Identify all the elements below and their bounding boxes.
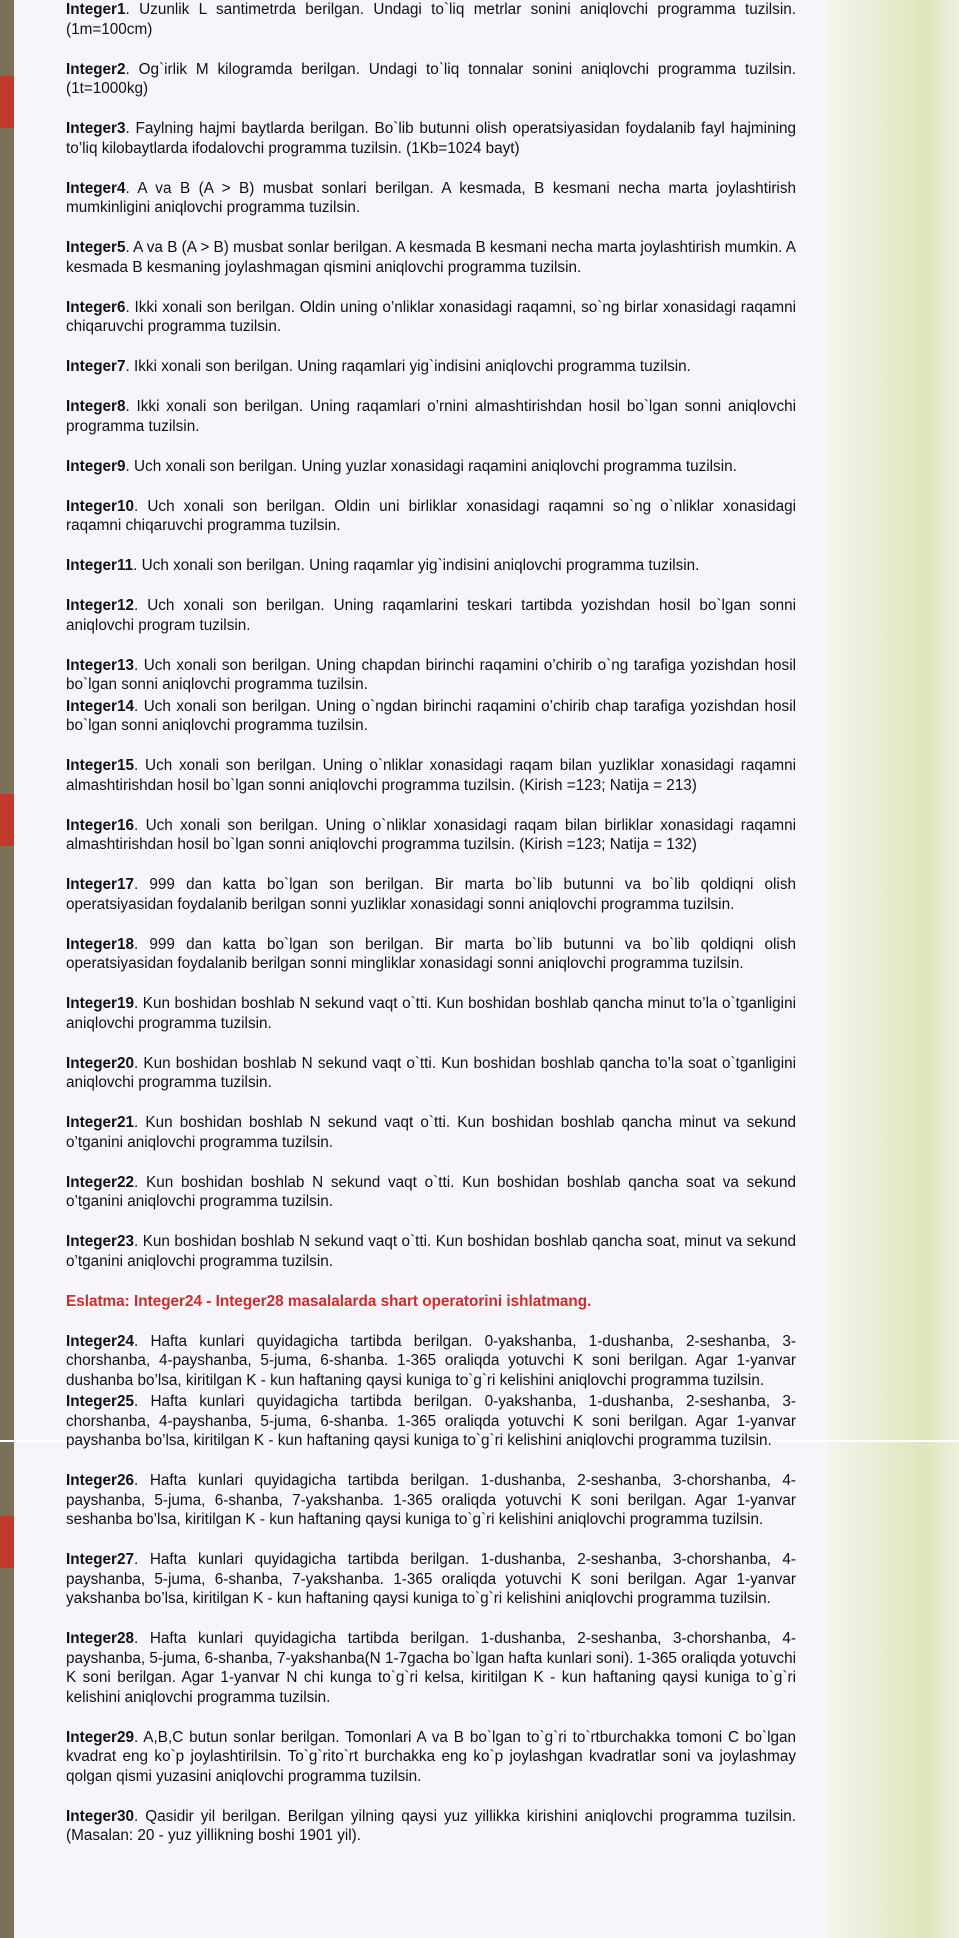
note-heading: Eslatma: Integer24 - Integer28 masalalar… <box>66 1292 592 1310</box>
task-id: Integer28 <box>66 1630 135 1647</box>
task-text: . Hafta kunlari quyidagicha tartibda ber… <box>66 1332 796 1389</box>
task-integer7: Integer7. Ikki xonali son berilgan. Unin… <box>66 357 796 377</box>
task-id: Integer29 <box>66 1728 135 1746</box>
task-text: . Hafta kunlari quyidagicha tartibda ber… <box>66 1630 796 1706</box>
task-text: . Uch xonali son berilgan. Uning chapdan… <box>66 656 796 694</box>
task-integer10: Integer10. Uch xonali son berilgan. Oldi… <box>66 497 796 536</box>
task-integer9: Integer9. Uch xonali son berilgan. Uning… <box>66 457 796 477</box>
left-accent-mark <box>0 1516 14 1568</box>
task-id: Integer4 <box>66 179 126 197</box>
task-id: Integer27 <box>66 1551 135 1568</box>
task-id: Integer6 <box>66 298 126 316</box>
task-integer8: Integer8. Ikki xonali son berilgan. Unin… <box>66 397 796 436</box>
task-integer1: Integer1. Uzunlik L santimetrda berilgan… <box>66 0 796 39</box>
task-integer6: Integer6. Ikki xonali son berilgan. Oldi… <box>66 298 796 337</box>
task-id: Integer19 <box>66 995 135 1012</box>
task-integer19: Integer19. Kun boshidan boshlab N sekund… <box>66 994 796 1033</box>
task-text: . Kun boshidan boshlab N sekund vaqt o`t… <box>66 1114 796 1151</box>
task-text: . Kun boshidan boshlab N sekund vaqt o`t… <box>66 995 796 1032</box>
task-id: Integer30 <box>66 1807 135 1825</box>
task-text: . Uch xonali son berilgan. Uning o`nlikl… <box>66 816 796 854</box>
task-text: . Kun boshidan boshlab N sekund vaqt o`t… <box>66 1233 796 1270</box>
task-text: . Hafta kunlari quyidagicha tartibda ber… <box>66 1393 796 1449</box>
task-id: Integer18 <box>66 935 135 953</box>
task-id: Integer22 <box>66 1173 135 1191</box>
task-integer23: Integer23. Kun boshidan boshlab N sekund… <box>66 1232 796 1271</box>
task-text: . Uch xonali son berilgan. Uning o`ngdan… <box>66 697 796 735</box>
task-id: Integer25 <box>66 1393 135 1410</box>
task-text: . Ikki xonali son berilgan. Oldin uning … <box>66 298 796 336</box>
task-text: . Og`irlik M kilogramda berilgan. Undagi… <box>66 60 796 98</box>
task-integer13: Integer13. Uch xonali son berilgan. Unin… <box>66 656 796 695</box>
task-id: Integer15 <box>66 757 135 774</box>
task-integer4: Integer4. A va B (A > B) musbat sonlari … <box>66 179 796 218</box>
task-integer21: Integer21. Kun boshidan boshlab N sekund… <box>66 1113 796 1152</box>
task-text: . 999 dan katta bo`lgan son berilgan. Bi… <box>66 876 796 913</box>
task-integer14: Integer14. Uch xonali son berilgan. Unin… <box>66 697 796 736</box>
task-text: . 999 dan katta bo`lgan son berilgan. Bi… <box>66 935 796 973</box>
task-id: Integer3 <box>66 120 126 137</box>
task-integer5: Integer5. A va B (A > B) musbat sonlar b… <box>66 238 796 277</box>
task-id: Integer10 <box>66 497 135 515</box>
task-text: . A,B,C butun sonlar berilgan. Tomonlari… <box>66 1728 796 1785</box>
task-id: Integer11 <box>66 557 134 574</box>
task-integer22: Integer22. Kun boshidan boshlab N sekund… <box>66 1173 796 1212</box>
task-integer18: Integer18. 999 dan katta bo`lgan son ber… <box>66 935 796 974</box>
document-page: Integer1. Uzunlik L santimetrda berilgan… <box>66 0 796 1866</box>
task-text: . Ikki xonali son berilgan. Uning raqaml… <box>66 398 796 435</box>
task-id: Integer7 <box>66 358 126 375</box>
task-text: . Uch xonali son berilgan. Uning yuzlar … <box>125 457 737 475</box>
task-integer25: Integer25. Hafta kunlari quyidagicha tar… <box>66 1392 796 1451</box>
task-integer30: Integer30. Qasidir yil berilgan. Berilga… <box>66 1807 796 1846</box>
task-integer15: Integer15. Uch xonali son berilgan. Unin… <box>66 756 796 795</box>
task-integer26: Integer26. Hafta kunlari quyidagicha tar… <box>66 1471 796 1530</box>
task-id: Integer26 <box>66 1472 135 1489</box>
task-text: . A va B (A > B) musbat sonlari berilgan… <box>66 179 796 217</box>
task-text: . A va B (A > B) musbat sonlar berilgan.… <box>66 239 796 276</box>
task-id: Integer17 <box>66 876 135 893</box>
task-text: . Uch xonali son berilgan. Uning raqamla… <box>66 597 796 634</box>
task-id: Integer2 <box>66 60 126 78</box>
task-id: Integer14 <box>66 697 135 715</box>
task-text: . Ikki xonali son berilgan. Uning raqaml… <box>125 358 691 375</box>
task-id: Integer12 <box>66 597 135 614</box>
task-text: . Uzunlik L santimetrda berilgan. Undagi… <box>66 1 796 38</box>
task-id: Integer13 <box>66 656 135 674</box>
task-id: Integer23 <box>66 1233 135 1250</box>
left-accent-mark <box>0 76 14 128</box>
task-integer11: Integer11. Uch xonali son berilgan. Unin… <box>66 556 796 576</box>
left-accent-strip <box>0 0 14 1938</box>
task-integer16: Integer16. Uch xonali son berilgan. Unin… <box>66 816 796 855</box>
task-integer20: Integer20. Kun boshidan boshlab N sekund… <box>66 1054 796 1093</box>
task-text: . Kun boshidan boshlab N sekund vaqt o`t… <box>66 1054 796 1092</box>
task-integer27: Integer27. Hafta kunlari quyidagicha tar… <box>66 1550 796 1609</box>
task-text: . Hafta kunlari quyidagicha tartibda ber… <box>66 1472 796 1528</box>
task-text: . Faylning hajmi baytlarda berilgan. Bo`… <box>66 120 796 157</box>
task-text: . Hafta kunlari quyidagicha tartibda ber… <box>66 1551 796 1607</box>
task-integer17: Integer17. 999 dan katta bo`lgan son ber… <box>66 875 796 914</box>
task-integer3: Integer3. Faylning hajmi baytlarda beril… <box>66 119 796 158</box>
task-id: Integer24 <box>66 1332 135 1350</box>
task-id: Integer16 <box>66 816 135 834</box>
task-integer24: Integer24. Hafta kunlari quyidagicha tar… <box>66 1332 796 1391</box>
task-id: Integer9 <box>66 457 126 475</box>
task-text: . Uch xonali son berilgan. Uning raqamla… <box>133 557 700 574</box>
task-text: . Uch xonali son berilgan. Oldin uni bir… <box>66 497 796 535</box>
task-text: . Uch xonali son berilgan. Uning o`nlikl… <box>66 757 796 794</box>
task-text: . Kun boshidan boshlab N sekund vaqt o`t… <box>66 1173 796 1211</box>
right-decoration <box>829 0 959 1938</box>
task-id: Integer5 <box>66 239 126 256</box>
task-integer29: Integer29. A,B,C butun sonlar berilgan. … <box>66 1728 796 1787</box>
task-id: Integer20 <box>66 1054 135 1072</box>
task-integer2: Integer2. Og`irlik M kilogramda berilgan… <box>66 60 796 99</box>
task-text: . Qasidir yil berilgan. Berilgan yilning… <box>66 1807 796 1845</box>
task-id: Integer21 <box>66 1114 135 1131</box>
task-integer28: Integer28. Hafta kunlari quyidagicha tar… <box>66 1629 796 1707</box>
task-id: Integer1 <box>66 1 126 18</box>
task-integer12: Integer12. Uch xonali son berilgan. Unin… <box>66 596 796 635</box>
task-id: Integer8 <box>66 398 126 415</box>
left-accent-mark <box>0 794 14 846</box>
